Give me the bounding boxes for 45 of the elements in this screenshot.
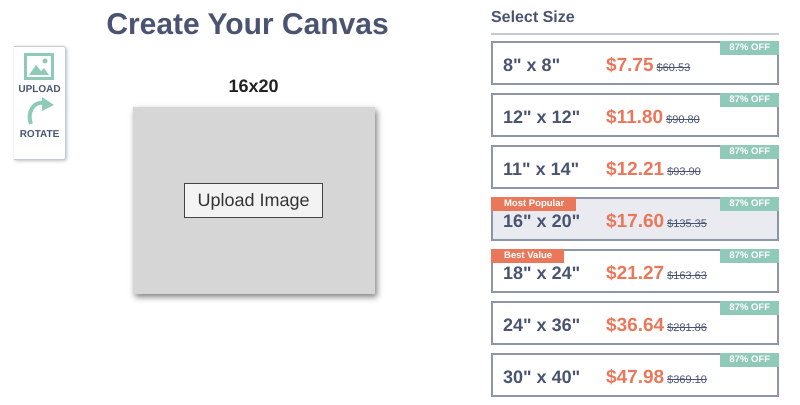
section-title: Select Size [491, 9, 576, 27]
size-label: 12" x 12" [503, 107, 582, 128]
size-label: 16" x 20" [503, 211, 582, 232]
discount-badge: 87% OFF [720, 197, 779, 211]
discount-badge: 87% OFF [720, 93, 779, 107]
original-price: $281.86 [667, 322, 707, 334]
sale-price: $36.64 [606, 314, 664, 336]
sale-price: $12.21 [606, 158, 664, 180]
sale-price: $7.75 [606, 54, 654, 76]
ribbon-badge: Most Popular [491, 197, 576, 211]
size-option[interactable]: 87% OFF 11" x 14" $12.21$93.90 [491, 145, 779, 189]
original-price: $163.63 [667, 270, 707, 282]
image-icon[interactable] [24, 53, 54, 80]
size-option[interactable]: 87% OFF 12" x 12" $11.80$90.80 [491, 93, 779, 137]
discount-badge: 87% OFF [720, 249, 779, 263]
size-label: 11" x 14" [503, 159, 580, 180]
size-label: 24" x 36" [503, 315, 582, 336]
original-price: $60.53 [656, 62, 690, 74]
size-option[interactable]: 87% OFF 30" x 40" $47.98$369.10 [491, 353, 779, 397]
sale-price: $17.60 [606, 210, 664, 232]
size-option[interactable]: Most Popular 87% OFF 16" x 20" $17.60$135.35 [491, 197, 779, 241]
sale-price: $11.80 [606, 106, 664, 128]
tool-label[interactable]: ROTATE [20, 129, 60, 140]
size-option[interactable]: 87% OFF 8" x 8" $7.75$60.53 [491, 41, 779, 85]
ribbon-badge: Best Value [491, 249, 564, 263]
upload-image-button[interactable]: Upload Image [184, 183, 323, 218]
size-option[interactable]: Best Value 87% OFF 18" x 24" $21.27$163.63 [491, 249, 779, 293]
discount-badge: 87% OFF [720, 301, 779, 315]
original-price: $135.35 [667, 218, 707, 230]
original-price: $369.10 [667, 374, 707, 386]
discount-badge: 87% OFF [720, 145, 779, 159]
rotate-icon[interactable] [24, 97, 54, 125]
size-label: 8" x 8" [503, 55, 562, 76]
sale-price: $21.27 [606, 262, 664, 284]
canvas-size-label: 16x20 [228, 76, 279, 97]
discount-badge: 87% OFF [720, 353, 779, 367]
original-price: $93.90 [667, 166, 701, 178]
tool-label[interactable]: UPLOAD [18, 84, 61, 95]
size-label: 30" x 40" [503, 367, 582, 388]
sale-price: $47.98 [606, 366, 664, 388]
discount-badge: 87% OFF [720, 41, 779, 55]
size-label: 18" x 24" [503, 263, 582, 284]
page-title: Create Your Canvas [105, 8, 390, 42]
size-option[interactable]: 87% OFF 24" x 36" $36.64$281.86 [491, 301, 779, 345]
original-price: $90.80 [666, 114, 700, 126]
